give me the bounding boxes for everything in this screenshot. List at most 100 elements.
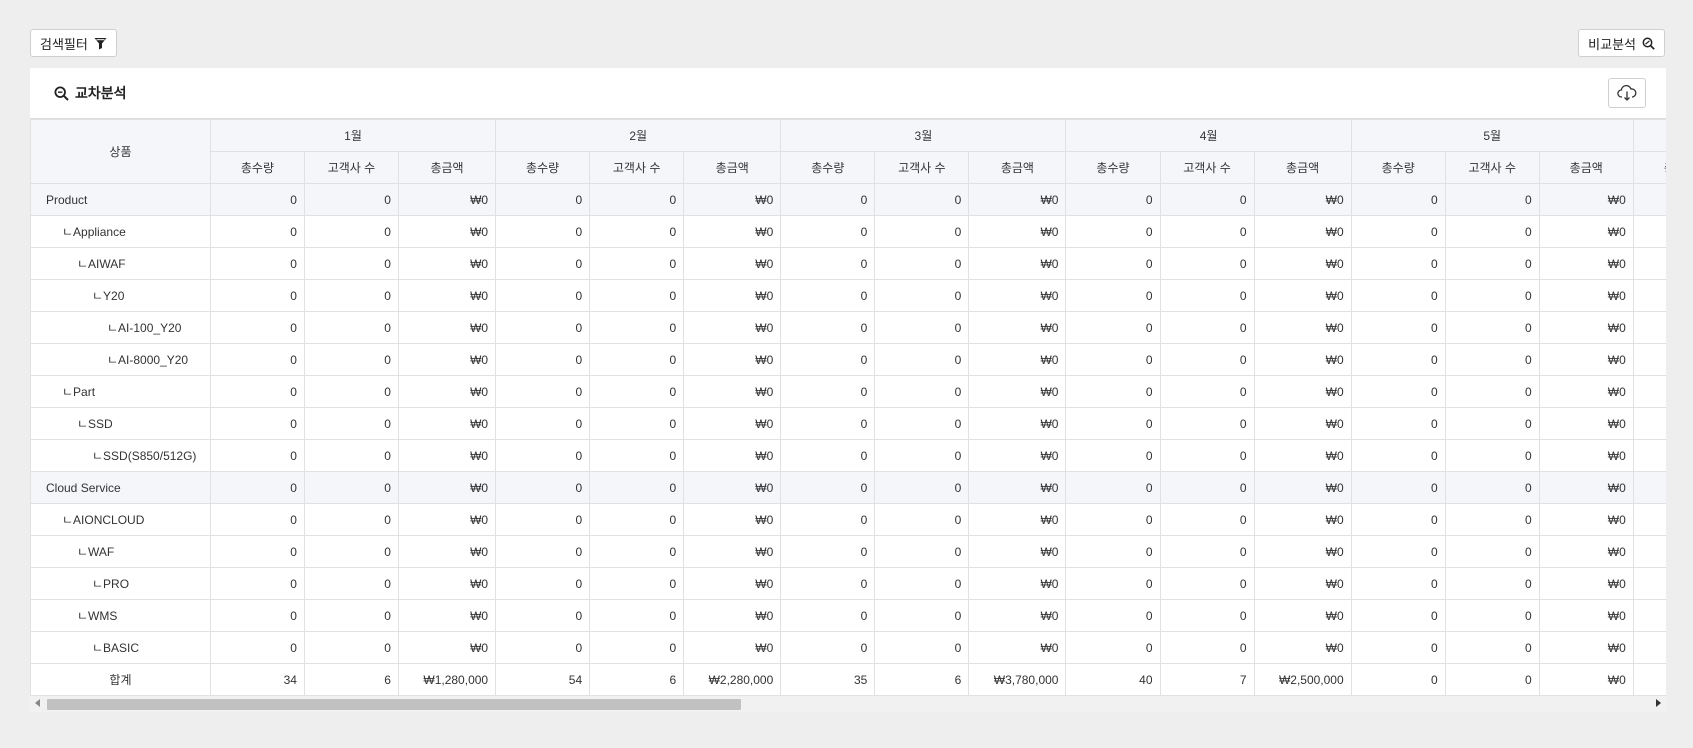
- value-cell: 0: [1350, 247, 1446, 280]
- value-cell: 0: [1159, 183, 1255, 216]
- download-button[interactable]: [1608, 78, 1646, 108]
- value-cell-partial: [1632, 631, 1666, 664]
- value-cell: 0: [495, 247, 591, 280]
- value-cell: 0: [209, 247, 305, 280]
- value-cell: 0: [1350, 183, 1446, 216]
- value-cell: 0: [303, 279, 399, 312]
- value-cell: 0: [1159, 631, 1255, 664]
- value-cell: 0: [303, 343, 399, 376]
- value-cell: 0: [874, 375, 970, 408]
- metric-header: 고객사 수: [874, 151, 970, 184]
- value-cell: 0: [209, 599, 305, 632]
- value-cell: 0: [589, 535, 685, 568]
- value-cell: ₩0: [397, 375, 497, 408]
- value-cell: ₩0: [1253, 215, 1352, 248]
- value-cell: 0: [1159, 503, 1255, 536]
- value-cell: ₩0: [1538, 471, 1634, 504]
- value-cell: 0: [1444, 663, 1540, 696]
- value-cell: ₩0: [683, 215, 782, 248]
- compare-analysis-label: 비교분석: [1588, 36, 1636, 52]
- value-cell: 0: [780, 183, 876, 216]
- value-cell-partial: [1632, 215, 1666, 248]
- value-cell: 0: [209, 439, 305, 472]
- value-cell: ₩0: [968, 535, 1067, 568]
- value-cell: 0: [1444, 343, 1540, 376]
- value-cell: 0: [1444, 631, 1540, 664]
- value-cell: 0: [1350, 439, 1446, 472]
- table-row: ㄴY20 0 0 ₩0 0 0 ₩0 0 0 ₩0 0 0 ₩0 0 0 ₩0: [30, 279, 1666, 312]
- metric-header: 총금액: [1538, 151, 1634, 184]
- product-name-cell: ㄴAppliance: [30, 215, 211, 248]
- value-cell: ₩0: [683, 631, 782, 664]
- value-cell: 0: [209, 375, 305, 408]
- magnifier-icon: [54, 85, 69, 101]
- value-cell: ₩0: [1538, 343, 1634, 376]
- value-cell: 0: [209, 471, 305, 504]
- value-cell: 0: [1444, 599, 1540, 632]
- product-name-cell: Cloud Service: [30, 471, 211, 504]
- scrollbar-thumb[interactable]: [47, 699, 741, 710]
- value-cell: 0: [495, 535, 591, 568]
- value-cell: ₩0: [1538, 279, 1634, 312]
- cross-analysis-panel: 교차분석 상품 1월 2월 3월 4월 5월 총수량 고객사 수 총금액 총수량…: [30, 68, 1666, 712]
- value-cell: 0: [589, 439, 685, 472]
- table-row: ㄴAppliance 0 0 ₩0 0 0 ₩0 0 0 ₩0 0 0 ₩0 0 0 ₩0: [30, 215, 1666, 248]
- horizontal-scrollbar[interactable]: [30, 696, 1666, 712]
- value-cell: ₩0: [397, 183, 497, 216]
- table-body: Product 0 0 ₩0 0 0 ₩0 0 0 ₩0 0 0 ₩0 0 0 ₩0 ㄴAppliance 0 0 ₩…: [30, 183, 1666, 696]
- value-cell: 7: [1159, 663, 1255, 696]
- value-cell: 0: [209, 503, 305, 536]
- value-cell: ₩0: [683, 279, 782, 312]
- product-name-cell: ㄴPart: [30, 375, 211, 408]
- table-row: ㄴPart 0 0 ₩0 0 0 ₩0 0 0 ₩0 0 0 ₩0 0 0 ₩0: [30, 375, 1666, 408]
- search-filter-button[interactable]: 검색필터: [30, 29, 117, 57]
- value-cell: 0: [874, 471, 970, 504]
- compare-analysis-button[interactable]: 비교분석: [1578, 29, 1665, 57]
- value-cell: ₩0: [1253, 631, 1352, 664]
- scroll-left-arrow-icon[interactable]: [35, 699, 40, 707]
- value-cell: 0: [874, 215, 970, 248]
- value-cell: 0: [495, 631, 591, 664]
- value-cell: 0: [1065, 247, 1161, 280]
- value-cell: ₩0: [397, 311, 497, 344]
- value-cell: 0: [209, 567, 305, 600]
- value-cell: 0: [1159, 535, 1255, 568]
- month-header: 1월: [209, 119, 497, 152]
- value-cell: 0: [589, 631, 685, 664]
- value-cell: 0: [874, 407, 970, 440]
- value-cell: 0: [303, 407, 399, 440]
- value-cell: 0: [1065, 311, 1161, 344]
- value-cell: ₩1,280,000: [397, 663, 497, 696]
- table-row: ㄴWMS 0 0 ₩0 0 0 ₩0 0 0 ₩0 0 0 ₩0 0 0 ₩0: [30, 599, 1666, 632]
- value-cell: ₩2,280,000: [683, 663, 782, 696]
- metric-header: 총수량: [1632, 151, 1666, 184]
- metric-header: 총금액: [683, 151, 782, 184]
- value-cell: 0: [1350, 311, 1446, 344]
- value-cell: ₩0: [683, 183, 782, 216]
- value-cell: 0: [1444, 471, 1540, 504]
- value-cell: ₩0: [1253, 375, 1352, 408]
- value-cell: ₩0: [968, 247, 1067, 280]
- value-cell: 0: [1065, 279, 1161, 312]
- value-cell: ₩0: [968, 375, 1067, 408]
- value-cell: ₩0: [968, 567, 1067, 600]
- value-cell: 0: [780, 407, 876, 440]
- metric-header: 총수량: [780, 151, 876, 184]
- value-cell: ₩0: [683, 567, 782, 600]
- value-cell: 0: [589, 279, 685, 312]
- value-cell-partial: [1632, 567, 1666, 600]
- scroll-right-arrow-icon[interactable]: [1656, 699, 1661, 707]
- panel-title-text: 교차분석: [75, 85, 127, 101]
- product-name-cell: ㄴAIWAF: [30, 247, 211, 280]
- value-cell: 0: [874, 183, 970, 216]
- value-cell: ₩0: [1538, 503, 1634, 536]
- value-cell: 0: [495, 503, 591, 536]
- value-cell: 0: [874, 503, 970, 536]
- value-cell: 0: [1350, 631, 1446, 664]
- value-cell: ₩0: [397, 247, 497, 280]
- value-cell: ₩0: [1538, 215, 1634, 248]
- value-cell: 0: [209, 343, 305, 376]
- metric-header: 총수량: [1065, 151, 1161, 184]
- value-cell: 0: [589, 183, 685, 216]
- value-cell: 0: [1350, 343, 1446, 376]
